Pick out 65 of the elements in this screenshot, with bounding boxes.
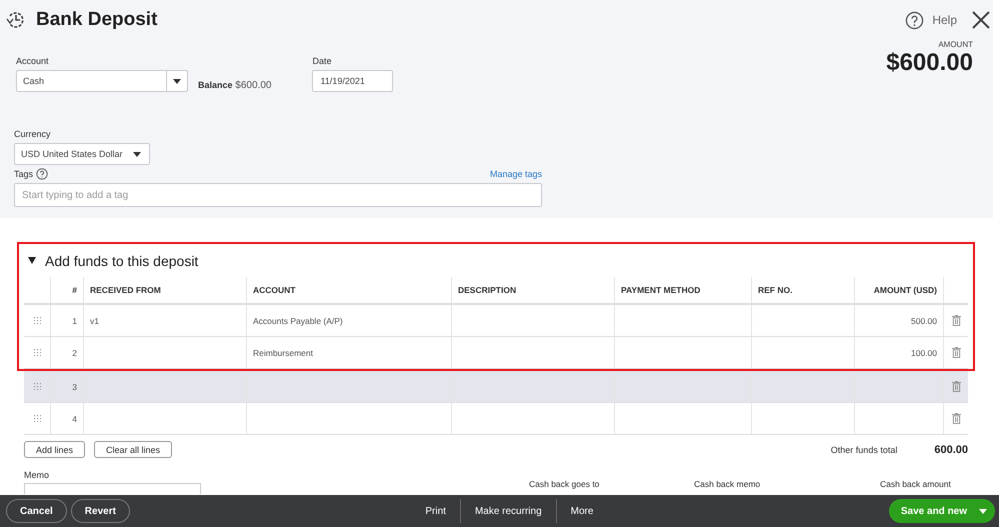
table-button[interactable]: Add lines [24, 441, 86, 458]
footer-button[interactable]: Cancel [6, 499, 67, 523]
table-row[interactable]: 3 [24, 371, 968, 403]
tags-field[interactable]: Start typing to add a tag [14, 183, 542, 207]
total-label: Other funds total [830, 444, 898, 454]
table-cell: 2 [72, 348, 77, 358]
table-row[interactable]: 1 v1 Accounts Payable (A/P) 500.00 [24, 305, 968, 337]
date-field[interactable]: 11/19/2021 [312, 70, 394, 92]
amount-value: $600.00 [886, 49, 973, 77]
table-cell: Accounts Payable (A/P) [253, 316, 343, 326]
balance-text: Balance $600.00 [198, 80, 272, 91]
trash-icon[interactable] [952, 315, 960, 326]
help-link[interactable]: Help [932, 13, 957, 27]
help-icon[interactable] [905, 10, 924, 30]
table-cell: 1 [72, 316, 77, 326]
table-button[interactable]: Clear all lines [94, 441, 172, 458]
caret-icon [173, 78, 181, 84]
table-cell: 4 [72, 414, 77, 424]
caret-icon [133, 152, 141, 156]
caret-icon [979, 508, 988, 514]
footer-link[interactable]: Make recurring [464, 506, 552, 516]
footer-button[interactable]: Revert [70, 499, 130, 523]
drag-handle-icon[interactable] [34, 383, 40, 390]
column-header: # [72, 285, 77, 295]
tags-label: Tags [14, 169, 34, 179]
cash-back-label: Cash back memo [694, 480, 762, 490]
table-cell: 100.00 [911, 348, 937, 358]
currency-label: Currency [14, 129, 52, 139]
drag-handle-icon[interactable] [34, 349, 40, 356]
drag-handle-icon[interactable] [34, 317, 40, 324]
column-header: RECEIVED FROM [90, 285, 161, 295]
cash-back-label: Cash back goes to [529, 480, 600, 490]
trash-icon[interactable] [952, 347, 960, 358]
trash-icon[interactable] [952, 381, 960, 392]
table-cell: Reimbursement [253, 348, 313, 358]
memo-field[interactable] [24, 483, 201, 494]
footer-link[interactable]: More [560, 506, 604, 516]
manage-tags-link[interactable]: Manage tags [490, 169, 542, 179]
table-cell: 500.00 [911, 316, 937, 326]
history-icon [6, 10, 26, 30]
column-header: AMOUNT (USD) [874, 285, 937, 295]
cash-back-label: Cash back amount [880, 480, 951, 490]
collapse-caret-icon[interactable] [28, 257, 36, 264]
currency-dropdown[interactable]: USD United States Dollar [14, 143, 150, 165]
column-header: ACCOUNT [253, 285, 296, 295]
account-dropdown[interactable]: Cash [16, 70, 188, 92]
help-icon[interactable] [36, 168, 48, 180]
table-row[interactable]: 4 [24, 403, 968, 435]
footer-link[interactable]: Print [415, 506, 456, 516]
amount-label: AMOUNT [938, 40, 973, 49]
drag-handle-icon[interactable] [34, 415, 40, 422]
window-title: Bank Deposit [36, 9, 158, 31]
table-cell: 3 [72, 382, 77, 392]
trash-icon[interactable] [952, 413, 960, 424]
account-label: Account [16, 56, 50, 66]
section-title: Add funds to this deposit [45, 252, 198, 268]
memo-label: Memo [24, 470, 50, 480]
column-header: PAYMENT METHOD [621, 285, 700, 295]
table-cell: v1 [90, 316, 99, 326]
close-icon[interactable] [971, 10, 991, 30]
column-header: DESCRIPTION [458, 285, 516, 295]
column-header: REF NO. [758, 285, 792, 295]
total-value: 600.00 [934, 444, 968, 456]
date-label: Date [312, 56, 332, 66]
table-row[interactable]: 2 Reimbursement 100.00 [24, 337, 968, 369]
